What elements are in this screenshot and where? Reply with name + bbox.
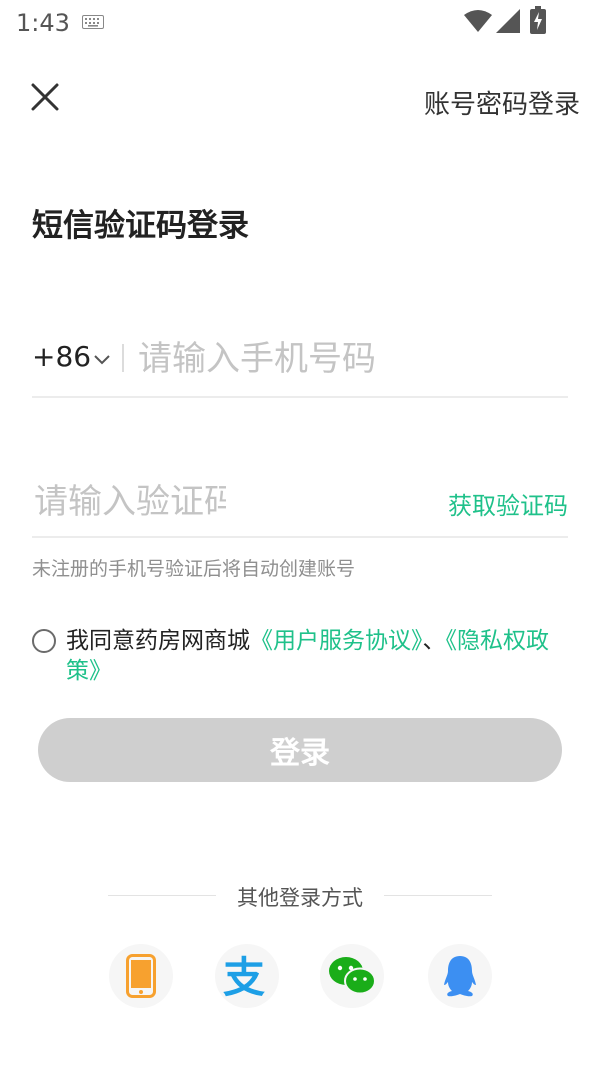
- page-title: 短信验证码登录: [32, 208, 249, 244]
- close-button[interactable]: [26, 78, 64, 116]
- qq-icon: [444, 956, 476, 997]
- code-input-row: 获取验证码: [32, 470, 568, 538]
- get-code-button[interactable]: 获取验证码: [448, 486, 568, 521]
- alipay-login-button[interactable]: 支: [215, 944, 279, 1008]
- register-hint: 未注册的手机号验证后将自动创建账号: [32, 558, 356, 580]
- user-agreement-link[interactable]: 《用户服务协议》: [250, 628, 423, 654]
- login-button[interactable]: 登录: [38, 718, 562, 782]
- agreement-text: 我同意药房网商城《用户服务协议》、《隐私权政策》: [66, 626, 582, 686]
- keyboard-icon: [82, 14, 104, 33]
- wechat-login-button[interactable]: [320, 944, 384, 1008]
- phone-icon: [126, 954, 156, 998]
- wechat-icon: [329, 957, 376, 995]
- agree-radio[interactable]: [32, 629, 56, 653]
- status-bar: 1:43: [0, 0, 600, 46]
- status-time: 1:43: [16, 9, 70, 37]
- divider: [122, 344, 124, 372]
- agreement-prefix: 我同意药房网商城: [66, 628, 250, 654]
- agreement-separator: 、: [422, 628, 446, 654]
- svg-text:支: 支: [223, 954, 265, 998]
- signal-icon: [496, 9, 520, 37]
- qq-login-button[interactable]: [428, 944, 492, 1008]
- divider-right: [384, 895, 492, 896]
- chevron-down-icon[interactable]: [94, 350, 110, 369]
- country-code-selector[interactable]: +86: [32, 340, 91, 373]
- wifi-icon: [464, 9, 492, 37]
- password-login-link[interactable]: 账号密码登录: [424, 84, 580, 121]
- code-input[interactable]: [32, 474, 228, 530]
- phone-input[interactable]: [136, 332, 560, 386]
- phone-login-button[interactable]: [109, 944, 173, 1008]
- other-login-label: 其他登录方式: [237, 886, 363, 910]
- phone-input-row: +86: [32, 328, 568, 398]
- alipay-icon: 支: [223, 954, 265, 998]
- battery-charging-icon: [530, 6, 546, 38]
- close-icon: [31, 83, 59, 111]
